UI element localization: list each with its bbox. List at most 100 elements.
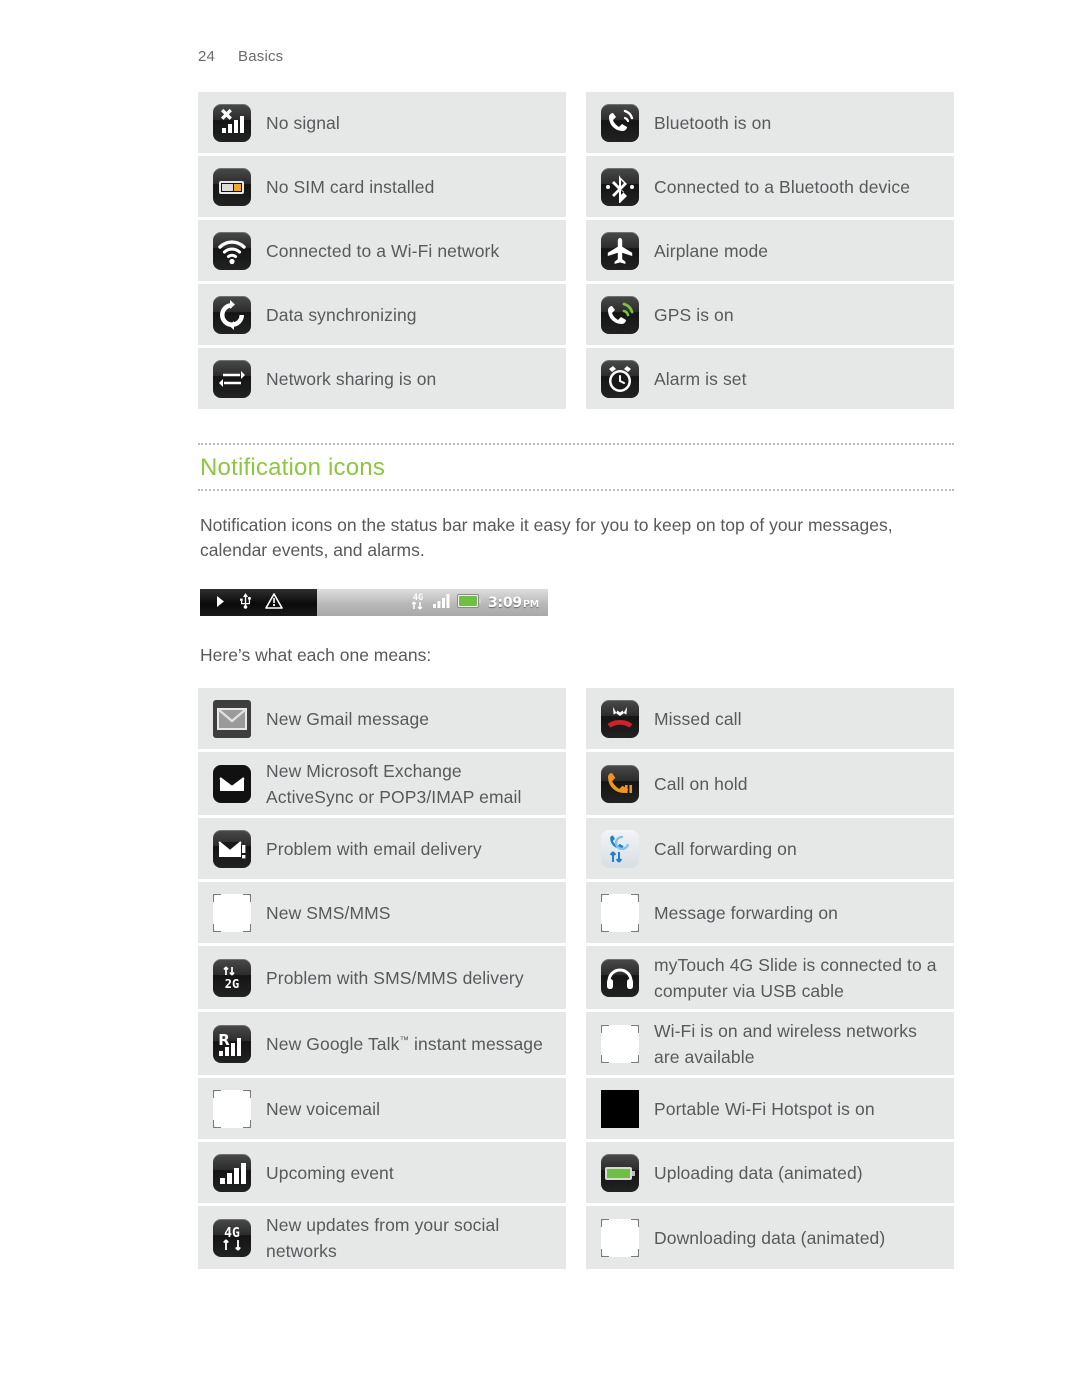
row-label: myTouch 4G Slide is connected to a compu… [654, 954, 937, 1001]
table-row: Connected to a Bluetooth device [586, 156, 954, 217]
page-section-name: Basics [238, 48, 284, 65]
row-label: Connected to a Bluetooth device [654, 176, 911, 197]
airplane-mode-icon [600, 231, 640, 271]
row-label: Call on hold [654, 773, 748, 794]
row-label: Uploading data (animated) [654, 1162, 863, 1183]
table-row: Downloading data (animated) [586, 1206, 954, 1269]
row-label: Portable Wi-Fi Hotspot is on [654, 1098, 875, 1119]
uploading-data-icon [600, 1153, 640, 1193]
table-row: New SMS/MMS [198, 882, 566, 943]
table-row: Uploading data (animated) [586, 1142, 954, 1203]
statusbar-clock: 3:09PM [487, 594, 539, 611]
bluetooth-connected-icon [600, 167, 640, 207]
table-row: myTouch 4G Slide is connected to a compu… [586, 946, 954, 1009]
page-content: No signal Bluetooth is on No SIM card in… [198, 92, 954, 1269]
wifi-connected-icon [212, 231, 252, 271]
statusbar-right-status: 4G 3:09PM [317, 589, 548, 616]
row-label: New Google Talk™ instant message [266, 1033, 543, 1054]
table-row: Missed call [586, 688, 954, 749]
table-row: Alarm is set [586, 348, 954, 409]
row-label: Missed call [654, 708, 742, 729]
notification-icons-table: New Gmail message Missed call New Micros… [198, 688, 954, 1269]
table-row: Data synchronizing [198, 284, 566, 345]
table-row: Upcoming event [198, 1142, 566, 1203]
table-row: 4G New updates from your social networks [198, 1206, 566, 1269]
table-row: R New Google Talk™ instant message [198, 1012, 566, 1075]
manual-page: 24 Basics No signal Bluetooth is on No S… [0, 0, 1080, 1397]
section-caption: Here’s what each one means: [200, 645, 432, 665]
blank-placeholder-icon [212, 1089, 252, 1129]
sms-problem-icon: 2G [212, 958, 252, 998]
play-icon [216, 593, 226, 612]
email-icon [212, 764, 252, 804]
statusbar-figure: 4G 3:09PM [200, 589, 548, 616]
call-forwarding-icon [600, 829, 640, 869]
statusbar-left-notifications [200, 589, 317, 616]
row-label: Problem with email delivery [266, 838, 482, 859]
running-header: 24 Basics [198, 48, 283, 65]
no-sim-card-icon [212, 167, 252, 207]
table-row: Airplane mode [586, 220, 954, 281]
usb-icon [239, 592, 252, 613]
row-label: No signal [266, 112, 340, 133]
row-label: New Gmail message [266, 708, 430, 729]
row-label: GPS is on [654, 304, 734, 325]
hazard-triangle-icon [265, 592, 283, 613]
row-label: Upcoming event [266, 1162, 394, 1183]
row-label: Message forwarding on [654, 902, 839, 923]
table-row: Bluetooth is on [586, 92, 954, 153]
table-row: New voicemail [198, 1078, 566, 1139]
table-row: No signal [198, 92, 566, 153]
page-number: 24 [198, 48, 216, 65]
section-rule-bottom [198, 489, 954, 491]
table-row: New Microsoft Exchange ActiveSync or POP… [198, 752, 566, 815]
table-row: 2G Problem with SMS/MMS delivery [198, 946, 566, 1009]
network-sharing-icon [212, 359, 252, 399]
missed-call-icon [600, 699, 640, 739]
table-row: No SIM card installed [198, 156, 566, 217]
svg-text:2G: 2G [225, 977, 239, 991]
row-label: Alarm is set [654, 368, 747, 389]
row-label: New SMS/MMS [266, 902, 391, 923]
no-signal-icon [212, 103, 252, 143]
battery-icon [456, 593, 481, 612]
row-label: Wi-Fi is on and wireless networks are av… [654, 1020, 917, 1067]
table-row: Call on hold [586, 752, 954, 815]
svg-text:R: R [218, 1031, 230, 1049]
svg-text:4G: 4G [413, 593, 423, 603]
table-row: Wi-Fi is on and wireless networks are av… [586, 1012, 954, 1075]
data-sync-icon [212, 295, 252, 335]
row-label: Call forwarding on [654, 838, 797, 859]
table-row: Call forwarding on [586, 818, 954, 879]
alarm-set-icon [600, 359, 640, 399]
social-updates-icon: 4G [212, 1218, 252, 1258]
row-label: New voicemail [266, 1098, 381, 1119]
google-talk-icon: R [212, 1024, 252, 1064]
row-label: Problem with SMS/MMS delivery [266, 967, 524, 988]
table-row: Message forwarding on [586, 882, 954, 943]
row-label: New updates from your social networks [266, 1214, 500, 1261]
email-problem-icon [212, 829, 252, 869]
row-label: Airplane mode [654, 240, 769, 261]
row-label: Downloading data (animated) [654, 1227, 886, 1248]
trademark-symbol: ™ [399, 1034, 410, 1046]
row-label: Network sharing is on [266, 368, 437, 389]
row-label: No SIM card installed [266, 176, 435, 197]
svg-text:4G: 4G [224, 1226, 240, 1241]
blank-placeholder-icon [600, 1218, 640, 1258]
blank-placeholder-icon [600, 1024, 640, 1064]
table-row: Portable Wi-Fi Hotspot is on [586, 1078, 954, 1139]
blank-placeholder-icon [600, 893, 640, 933]
status-icons-table: No signal Bluetooth is on No SIM card in… [198, 92, 954, 409]
upcoming-event-icon [212, 1153, 252, 1193]
signal-bars-icon [432, 593, 450, 612]
4g-data-icon: 4G [410, 591, 426, 614]
gps-on-icon [600, 295, 640, 335]
usb-headset-icon [600, 958, 640, 998]
section-title: Notification icons [200, 454, 386, 481]
gmail-icon [212, 699, 252, 739]
blank-placeholder-icon [212, 893, 252, 933]
row-label: Bluetooth is on [654, 112, 772, 133]
row-label: New Microsoft Exchange ActiveSync or POP… [266, 760, 522, 807]
call-on-hold-icon [600, 764, 640, 804]
